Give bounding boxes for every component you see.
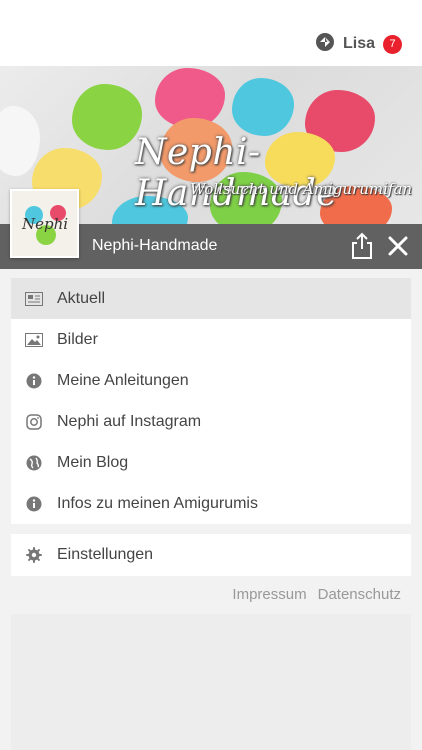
info-icon — [25, 495, 43, 513]
app-logo-icon — [315, 32, 335, 57]
share-icon[interactable] — [350, 232, 374, 260]
gear-icon — [25, 546, 43, 564]
top-bar: Lisa 7 — [0, 0, 422, 66]
menu-item-label: Mein Blog — [57, 453, 129, 471]
notification-badge[interactable]: 7 — [383, 34, 402, 54]
info-icon — [25, 372, 43, 390]
image-icon — [25, 331, 43, 349]
profile-avatar: Nephi — [10, 189, 79, 258]
menu-item-label: Nephi auf Instagram — [57, 412, 202, 430]
impressum-link[interactable]: Impressum — [232, 586, 306, 603]
menu-item-bilder[interactable]: Bilder — [11, 319, 411, 360]
close-icon[interactable] — [386, 234, 410, 258]
menu-item-einstellungen[interactable]: Einstellungen — [11, 534, 411, 576]
user-menu[interactable]: Lisa 7 — [315, 32, 402, 56]
settings-label: Einstellungen — [57, 546, 154, 563]
menu-item-instagram[interactable]: Nephi auf Instagram — [11, 401, 411, 442]
instagram-icon — [25, 413, 43, 431]
avatar-logo-text: Nephi — [22, 215, 69, 233]
globe-icon — [25, 454, 43, 472]
user-name: Lisa — [342, 35, 375, 52]
menu-item-infos[interactable]: Infos zu meinen Amigurumis — [11, 483, 411, 524]
newspaper-icon — [25, 290, 43, 308]
content-placeholder — [11, 614, 411, 750]
datenschutz-link[interactable]: Datenschutz — [318, 586, 401, 603]
footer-links: Impressum Datenschutz — [232, 586, 401, 603]
menu-item-label: Meine Anleitungen — [57, 371, 189, 389]
menu-item-label: Infos zu meinen Amigurumis — [57, 494, 258, 512]
menu-item-blog[interactable]: Mein Blog — [11, 442, 411, 483]
banner-title: Nephi-Handmade — [135, 132, 339, 214]
menu-item-aktuell[interactable]: Aktuell — [11, 278, 411, 319]
menu-item-label: Bilder — [57, 330, 98, 348]
menu-item-anleitungen[interactable]: Meine Anleitungen — [11, 360, 411, 401]
banner-subtitle: Wollsucht und Amigurumifan — [190, 180, 413, 198]
menu-item-label: Aktuell — [57, 289, 106, 307]
page-title: Nephi-Handmade — [92, 237, 218, 254]
navigation-menu: Aktuell Bilder Meine Anleitungen Nephi a… — [11, 278, 411, 524]
